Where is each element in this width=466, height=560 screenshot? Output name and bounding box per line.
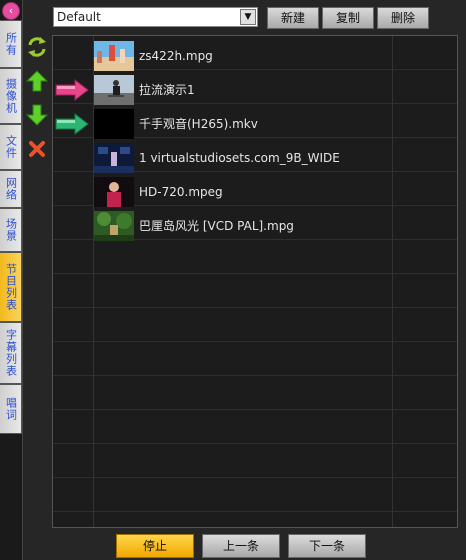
tab-subtitle-list[interactable]: 字幕列表 — [0, 322, 22, 384]
playlist-select[interactable]: Default ▼ — [53, 7, 258, 27]
delete-icon[interactable] — [26, 138, 48, 160]
list-item[interactable]: zs422h.mpg — [53, 39, 457, 73]
list-item-name: 千手观音(H265).mkv — [139, 117, 258, 131]
list-item[interactable]: 千手观音(H265).mkv — [53, 107, 457, 141]
move-up-icon[interactable] — [26, 70, 48, 92]
tab-all[interactable]: 所有 — [0, 20, 22, 68]
source-tab-strip: ‹ 所有 摄像机 文件 网络 场景 节目列表 字幕列表 唱词 — [0, 0, 23, 560]
next-button[interactable]: 下一条 — [288, 534, 366, 558]
tab-network[interactable]: 网络 — [0, 170, 22, 208]
black-thumbnail — [94, 109, 134, 139]
list-item[interactable]: 拉流演示1 — [53, 73, 457, 107]
tab-label: 节目列表 — [4, 263, 18, 311]
tab-label: 字幕列表 — [4, 329, 18, 377]
tab-scene[interactable]: 场景 — [0, 208, 22, 252]
skater-thumbnail — [94, 75, 134, 105]
refresh-icon[interactable] — [26, 36, 48, 58]
tab-label: 网络 — [4, 177, 18, 201]
list-item-name: 巴厘岛风光 [VCD PAL].mpg — [139, 219, 294, 233]
list-item[interactable]: 1 virtualstudiosets.com_9B_WIDE — [53, 141, 457, 175]
new-playlist-button[interactable]: 新建 — [267, 7, 319, 29]
playlist-list[interactable]: zs422h.mpg 拉流演示1 千手观音(H265).mkv 1 virtua… — [52, 35, 458, 528]
list-item-name: HD-720.mpeg — [139, 185, 223, 199]
collapse-panel-icon[interactable]: ‹ — [2, 2, 20, 20]
chevron-down-icon[interactable]: ▼ — [240, 9, 256, 25]
next-cue-arrow-icon — [55, 112, 89, 136]
list-item-name: 1 virtualstudiosets.com_9B_WIDE — [139, 151, 340, 165]
tab-camera[interactable]: 摄像机 — [0, 68, 22, 124]
tab-lyrics[interactable]: 唱词 — [0, 384, 22, 434]
tab-label: 场景 — [4, 218, 18, 242]
tab-label: 唱词 — [4, 397, 18, 421]
tab-label: 所有 — [4, 32, 18, 56]
tab-playlist[interactable]: 节目列表 — [0, 252, 22, 322]
list-item-name: 拉流演示1 — [139, 83, 195, 97]
copy-playlist-button[interactable]: 复制 — [322, 7, 374, 29]
now-playing-arrow-icon — [55, 78, 89, 102]
list-item-name: zs422h.mpg — [139, 49, 213, 63]
stop-button[interactable]: 停止 — [116, 534, 194, 558]
tab-file[interactable]: 文件 — [0, 124, 22, 170]
tab-label: 摄像机 — [4, 78, 18, 114]
playlist-select-value: Default — [57, 10, 101, 24]
tab-label: 文件 — [4, 135, 18, 159]
delete-playlist-button[interactable]: 删除 — [377, 7, 429, 29]
list-item[interactable]: HD-720.mpeg — [53, 175, 457, 209]
list-item[interactable]: 巴厘岛风光 [VCD PAL].mpg — [53, 209, 457, 243]
beach-volleyball-thumbnail — [94, 41, 134, 71]
studio-set-thumbnail — [94, 143, 134, 173]
tropical-thumbnail — [94, 211, 134, 241]
move-down-icon[interactable] — [26, 104, 48, 126]
presenter-thumbnail — [94, 177, 134, 207]
previous-button[interactable]: 上一条 — [202, 534, 280, 558]
